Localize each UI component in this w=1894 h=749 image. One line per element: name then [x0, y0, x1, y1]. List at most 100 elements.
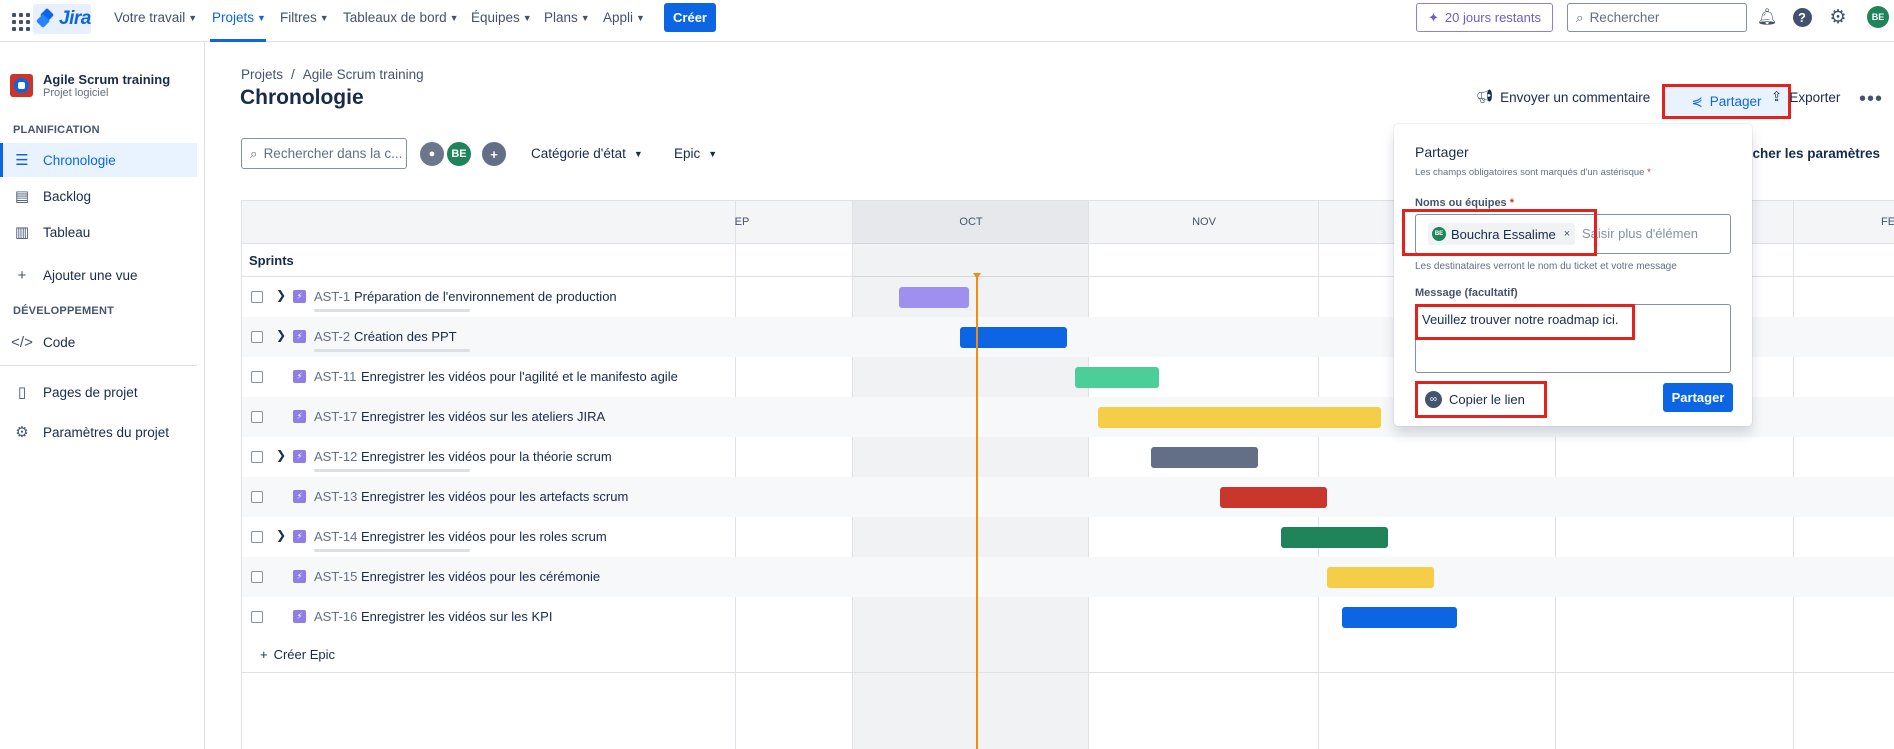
row-checkbox[interactable]: [251, 291, 263, 303]
issue-title[interactable]: Enregistrer les vidéos pour les artefact…: [361, 489, 628, 504]
chevron-down-icon: ▼: [636, 12, 645, 23]
sidebar-item-backlog[interactable]: ▤ Backlog: [0, 179, 197, 213]
timeline-bar[interactable]: [1281, 527, 1388, 548]
required-asterisk: *: [1647, 167, 1651, 178]
timeline-bar[interactable]: [1342, 607, 1457, 628]
issue-key[interactable]: AST-16: [314, 609, 357, 624]
month-label-sep: EP: [734, 216, 750, 228]
expand-chevron-icon[interactable]: ❯: [276, 328, 286, 342]
table-row[interactable]: ❯ ⚡︎ AST-12 Enregistrer les vidéos pour …: [242, 437, 1894, 477]
issue-title[interactable]: Enregistrer les vidéos pour les cérémoni…: [361, 569, 600, 584]
row-checkbox[interactable]: [251, 371, 263, 383]
nav-your-work[interactable]: Votre travail ▼: [114, 10, 197, 25]
dialog-share-button[interactable]: Partager: [1663, 383, 1733, 412]
issue-title[interactable]: Enregistrer les vidéos sur les ateliers …: [361, 409, 605, 424]
epic-label: Epic: [674, 146, 701, 161]
epic-icon: ⚡︎: [293, 610, 306, 623]
unassigned-avatar[interactable]: ●: [418, 140, 446, 168]
issue-key[interactable]: AST-1: [314, 289, 350, 304]
export-button[interactable]: ⇪ Exporter: [1771, 89, 1840, 105]
nav-plans-label: Plans: [544, 10, 578, 25]
copy-link-button[interactable]: ∞ Copier le lien: [1415, 381, 1547, 418]
timeline-bar[interactable]: [1327, 567, 1434, 588]
issue-key[interactable]: AST-11: [314, 369, 356, 384]
timeline-bar[interactable]: [1151, 447, 1258, 468]
more-actions-icon[interactable]: •••: [1859, 88, 1883, 111]
issue-key[interactable]: AST-13: [314, 489, 357, 504]
issue-key[interactable]: AST-17: [314, 409, 357, 424]
nav-dashboards[interactable]: Tableaux de bord ▼: [343, 10, 459, 25]
trial-button[interactable]: ✦ 20 jours restants: [1416, 3, 1553, 32]
sidebar-item-board[interactable]: ▥ Tableau: [0, 215, 197, 249]
row-checkbox[interactable]: [251, 571, 263, 583]
help-icon[interactable]: ?: [1791, 6, 1813, 28]
issue-title[interactable]: Enregistrer les vidéos sur les KPI: [361, 609, 552, 624]
chevron-down-icon: ▼: [708, 148, 718, 159]
status-category-dropdown[interactable]: Catégorie d'état ▼: [531, 146, 643, 161]
feedback-button[interactable]: 📢︎ Envoyer un commentaire: [1476, 89, 1650, 105]
search-icon: ⌕: [250, 145, 258, 161]
sidebar-item-add-view[interactable]: + Ajouter une vue: [0, 258, 197, 292]
expand-chevron-icon[interactable]: ❯: [276, 528, 286, 542]
names-label-text: Noms ou équipes: [1415, 197, 1507, 209]
chevron-down-icon: ▼: [522, 12, 532, 23]
row-checkbox[interactable]: [251, 611, 263, 623]
nav-filters[interactable]: Filtres ▼: [280, 10, 329, 25]
issue-title[interactable]: Création des PPT: [354, 329, 457, 344]
global-search-input[interactable]: ⌕ Rechercher: [1567, 3, 1747, 32]
sidebar-item-timeline[interactable]: ☰ Chronologie: [0, 143, 197, 177]
row-checkbox[interactable]: [251, 491, 263, 503]
nav-teams[interactable]: Équipes ▼: [471, 10, 532, 25]
project-name[interactable]: Agile Scrum training: [43, 72, 170, 87]
settings-gear-icon[interactable]: ⚙: [1827, 6, 1849, 28]
row-checkbox[interactable]: [251, 331, 263, 343]
epic-icon: ⚡︎: [293, 370, 306, 383]
add-people-icon[interactable]: +: [480, 140, 508, 168]
create-epic-button[interactable]: + Créer Epic: [260, 647, 335, 662]
nav-projects[interactable]: Projets ▼: [212, 10, 266, 25]
nav-plans[interactable]: Plans ▼: [544, 10, 590, 25]
user-avatar[interactable]: BE: [1867, 6, 1889, 28]
jira-logo[interactable]: Jira: [33, 4, 91, 34]
row-checkbox[interactable]: [251, 451, 263, 463]
share-label: Partager: [1709, 94, 1762, 109]
row-checkbox[interactable]: [251, 531, 263, 543]
sidebar-item-code[interactable]: </> Code: [0, 325, 197, 359]
timeline-bar[interactable]: [1220, 487, 1327, 508]
table-row[interactable]: ⚡︎ AST-16 Enregistrer les vidéos sur les…: [242, 597, 1894, 637]
app-switcher-icon[interactable]: [8, 9, 32, 33]
issue-key[interactable]: AST-2: [314, 329, 350, 344]
issue-key[interactable]: AST-12: [314, 449, 357, 464]
export-label: Exporter: [1789, 89, 1841, 105]
sidebar-item-project-settings[interactable]: ⚙ Paramètres du projet: [0, 415, 197, 449]
issue-title[interactable]: Préparation de l'environnement de produc…: [354, 289, 617, 304]
names-input[interactable]: Saisir plus d'élémen: [1582, 226, 1704, 241]
table-row[interactable]: ❯ ⚡︎ AST-14 Enregistrer les vidéos pour …: [242, 517, 1894, 557]
timeline-bar[interactable]: [899, 287, 969, 308]
breadcrumb-project[interactable]: Agile Scrum training: [303, 67, 424, 82]
timeline-bar[interactable]: [1075, 367, 1159, 388]
breadcrumb-projects[interactable]: Projets: [241, 67, 283, 82]
timeline-search-input[interactable]: ⌕ Rechercher dans la c...: [241, 138, 407, 169]
timeline-bar[interactable]: [1098, 407, 1381, 428]
epic-dropdown[interactable]: Epic ▼: [674, 146, 717, 161]
row-checkbox[interactable]: [251, 411, 263, 423]
issue-title[interactable]: Enregistrer les vidéos pour la théorie s…: [361, 449, 612, 464]
create-button[interactable]: Créer: [664, 3, 716, 32]
sidebar-item-label: Tableau: [43, 224, 91, 240]
issue-key[interactable]: AST-14: [314, 529, 357, 544]
expand-chevron-icon[interactable]: ❯: [276, 288, 286, 302]
table-row[interactable]: ⚡︎ AST-15 Enregistrer les vidéos pour le…: [242, 557, 1894, 597]
page-title: Chronologie: [240, 86, 364, 109]
copy-link-label: Copier le lien: [1449, 392, 1525, 407]
expand-chevron-icon[interactable]: ❯: [276, 448, 286, 462]
sidebar-item-project-pages[interactable]: ▯ Pages de projet: [0, 375, 197, 409]
table-row[interactable]: ⚡︎ AST-13 Enregistrer les vidéos pour le…: [242, 477, 1894, 517]
issue-title[interactable]: Enregistrer les vidéos pour l'agilité et…: [361, 369, 678, 384]
notifications-bell-icon[interactable]: 🔔︎: [1756, 6, 1778, 28]
issue-key[interactable]: AST-15: [314, 569, 357, 584]
nav-apps[interactable]: Appli ▼: [603, 10, 645, 25]
assignee-avatar[interactable]: BE: [445, 140, 473, 168]
show-params-button[interactable]: Afficher les paramètres: [1730, 146, 1880, 161]
issue-title[interactable]: Enregistrer les vidéos pour les roles sc…: [361, 529, 607, 544]
